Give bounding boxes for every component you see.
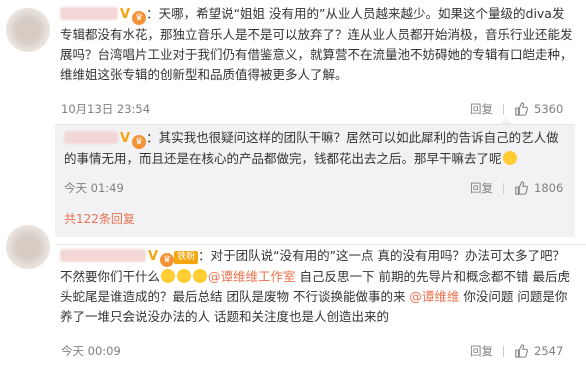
mention-link[interactable]: @谭维维	[409, 289, 459, 304]
like-count: 1806	[534, 181, 564, 195]
reply-actions: 回复 1806	[470, 180, 563, 196]
emoji-icon	[177, 269, 192, 283]
verified-icon: V	[148, 249, 159, 264]
comment-1: V ♛ ：天哪，希望说“姐姐 没有用的”从业人员越来越少。如果这个量级的diva发专…	[60, 4, 576, 85]
reply-username: ：	[146, 130, 159, 145]
verified-icon: V	[120, 7, 131, 22]
level-badge-icon: ♛	[160, 253, 175, 267]
reply-button[interactable]: 回复	[470, 344, 493, 358]
comment-actions: 回复 5360	[470, 101, 563, 117]
reply-button[interactable]: 回复	[470, 181, 493, 195]
comment-actions: 回复 2547	[470, 343, 563, 359]
emoji-icon	[193, 269, 208, 283]
emoji-icon	[161, 269, 176, 283]
more-replies-link[interactable]: 共122条回复	[64, 210, 135, 227]
avatar[interactable]	[6, 225, 50, 269]
comment-username: ：	[146, 6, 159, 21]
level-badge-icon: ♛	[132, 135, 147, 149]
username-blurred[interactable]	[60, 7, 118, 20]
divider	[503, 182, 504, 194]
divider	[503, 345, 504, 357]
divider	[503, 103, 504, 115]
comment-time: 今天 00:09	[61, 344, 121, 358]
reply-button[interactable]: 回复	[470, 102, 493, 116]
thumbs-up-icon[interactable]	[514, 181, 528, 195]
username-blurred[interactable]	[64, 131, 118, 144]
comment-username: ：	[198, 248, 211, 263]
reply-1: V ♛ ：其实我也很疑问这样的团队干嘛？居然可以如此犀利的告诉自己的艺人做的事情无用…	[64, 128, 564, 169]
fan-badge: 铁粉	[174, 251, 199, 264]
comment-2: V ♛ 铁粉 ：对于团队说“没有用的”这一点 真的没有用吗？办法可太多了吧？不然要你们…	[60, 246, 576, 327]
verified-icon: V	[120, 131, 131, 146]
avatar[interactable]	[6, 8, 50, 52]
comment-time: 10月13日 23:54	[61, 102, 151, 116]
username-blurred[interactable]	[60, 249, 146, 262]
comment-divider	[55, 244, 586, 245]
mention-link[interactable]: @谭维维工作室	[208, 269, 296, 284]
like-count: 5360	[534, 102, 564, 116]
thumbs-up-icon[interactable]	[514, 344, 528, 358]
thumbs-up-icon[interactable]	[514, 102, 528, 116]
like-count: 2547	[534, 344, 564, 358]
reply-time: 今天 01:49	[64, 181, 124, 195]
emoji-icon	[502, 151, 517, 165]
level-badge-icon: ♛	[132, 11, 147, 25]
